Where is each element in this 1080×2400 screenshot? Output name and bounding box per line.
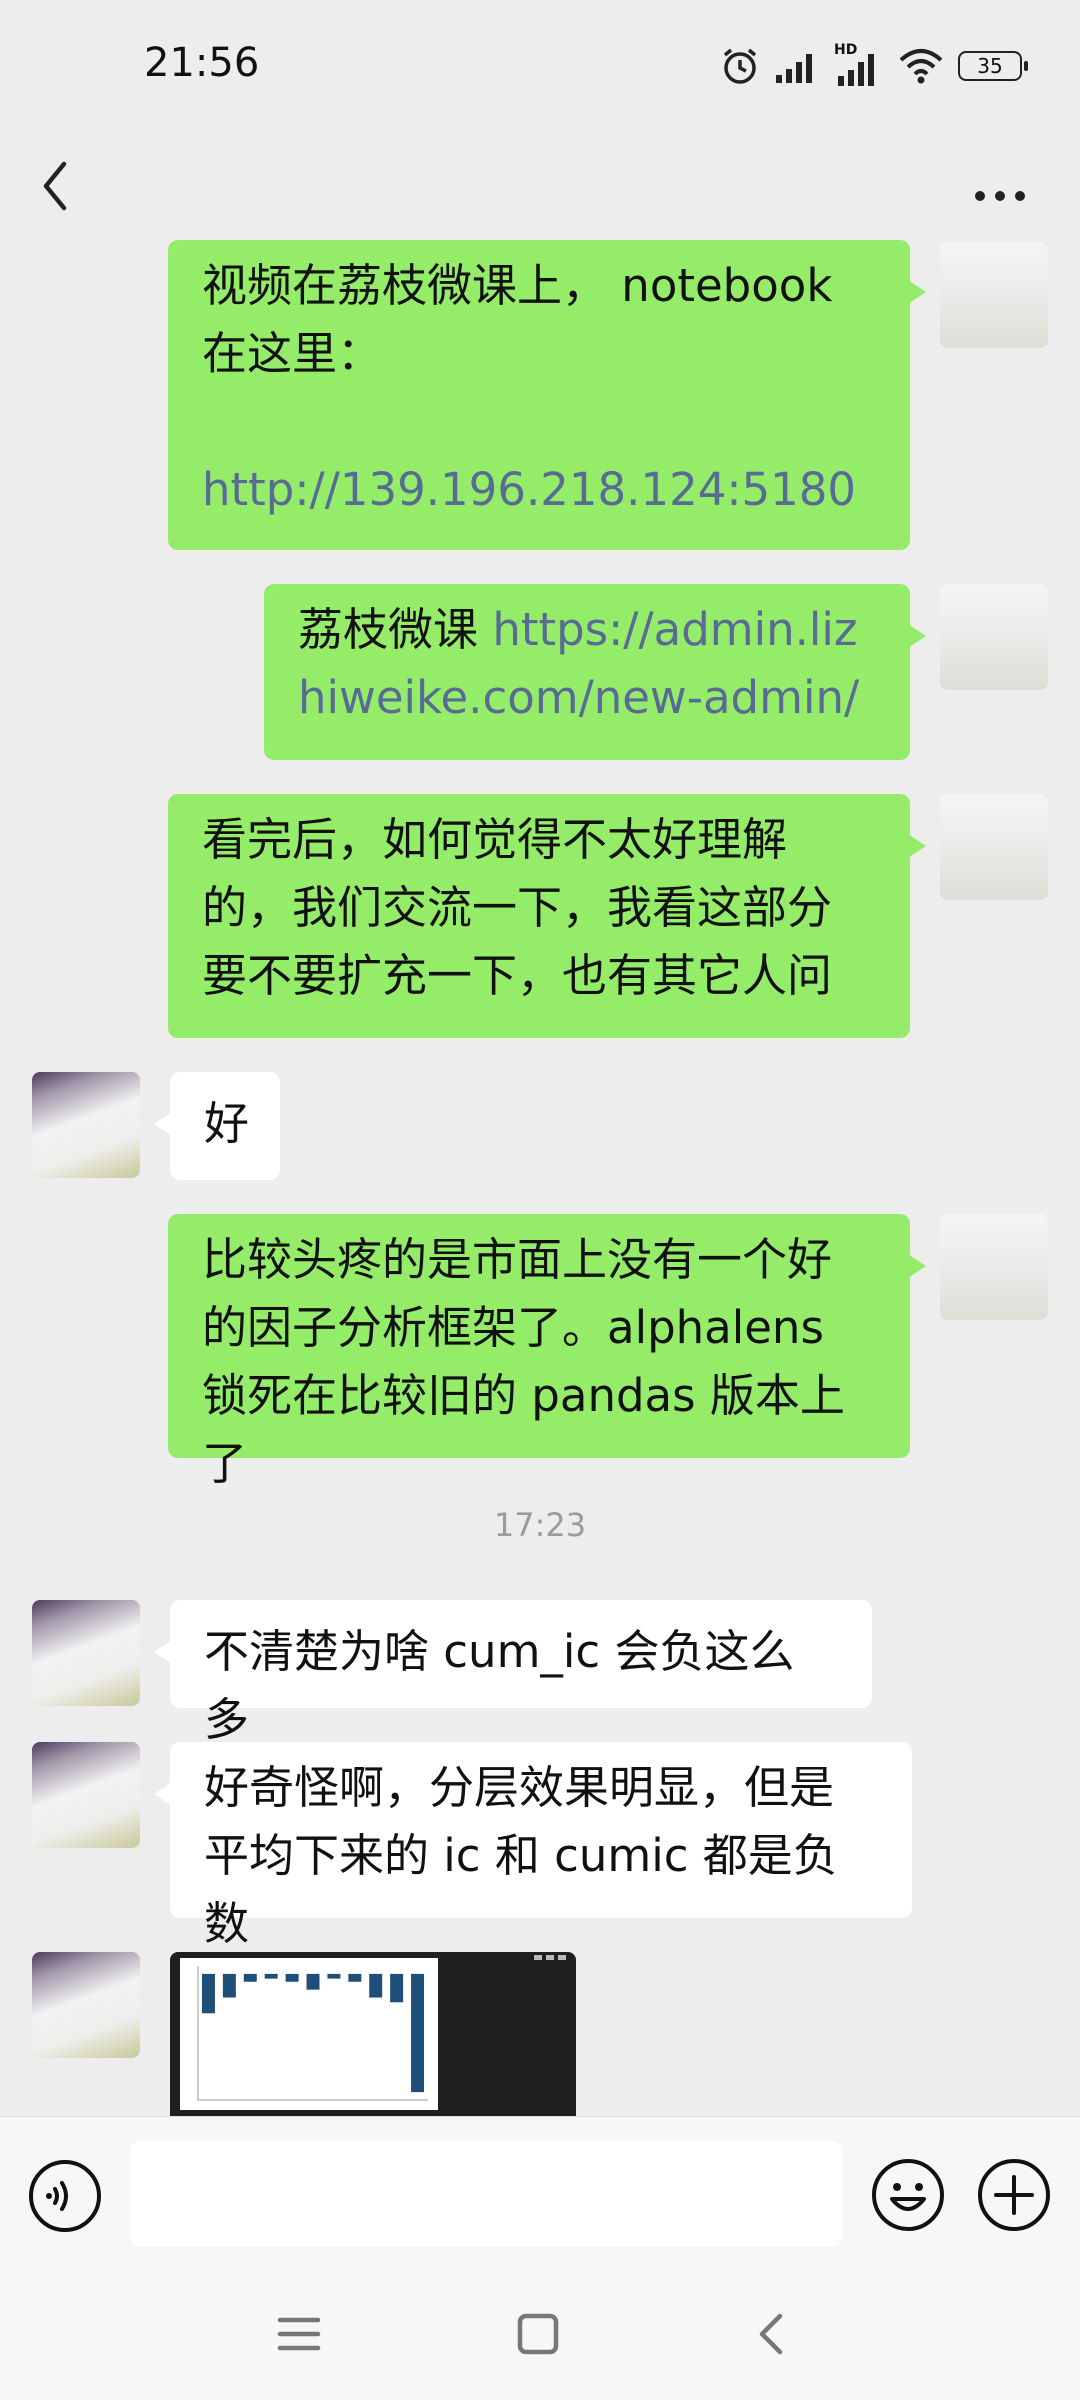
input-bar	[0, 2116, 1080, 2275]
home-icon[interactable]	[512, 2308, 564, 2360]
status-bar: 21:56 HD 35	[0, 0, 1080, 134]
message-list[interactable]: 视频在荔枝微课上， notebook 在这里： http://139.196.2…	[0, 236, 1080, 2116]
back-arrow-icon[interactable]	[34, 144, 80, 224]
add-attachment-icon[interactable]	[976, 2157, 1052, 2233]
message-text: 视频在荔枝微课上， notebook 在这里：	[202, 259, 833, 380]
message-text: 荔枝微课	[298, 603, 493, 656]
chart-bar	[243, 1973, 257, 1982]
message-link[interactable]: http://139.196.218.124:5180	[202, 456, 876, 524]
message-text: 好	[204, 1097, 250, 1150]
back-nav-icon[interactable]	[752, 2308, 792, 2360]
hd-signal-icon: HD	[834, 42, 884, 86]
voice-input-icon[interactable]	[28, 2159, 102, 2233]
chat-header	[0, 134, 1080, 236]
battery-icon: 35	[958, 51, 1028, 81]
message-text: 比较头疼的是市面上没有一个好的因子分析框架了。alphalens 锁死在比较旧的…	[202, 1233, 845, 1490]
my-avatar[interactable]	[940, 242, 1048, 348]
message-text: 不清楚为啥 cum_ic 会负这么多	[204, 1625, 795, 1746]
chart-bar	[327, 1973, 341, 1979]
more-options-icon[interactable]	[970, 160, 1040, 210]
my-avatar[interactable]	[940, 584, 1048, 690]
message-bubble[interactable]: 荔枝微课 https://admin.lizhiweike.com/new-ad…	[264, 584, 926, 760]
chart-thumbnail	[180, 1958, 438, 2110]
chart-bar	[390, 1973, 404, 2003]
chart-bar	[285, 1973, 299, 1982]
image-message[interactable]	[170, 1952, 576, 2116]
message-bubble[interactable]: 比较头疼的是市面上没有一个好的因子分析框架了。alphalens 锁死在比较旧的…	[168, 1214, 926, 1490]
message-input[interactable]	[130, 2141, 842, 2247]
contact-avatar[interactable]	[32, 1952, 140, 2058]
chart-bar	[369, 1973, 383, 1998]
chart-bar	[264, 1973, 278, 1979]
contact-avatar[interactable]	[32, 1072, 140, 1178]
contact-avatar[interactable]	[32, 1600, 140, 1706]
message-bubble[interactable]: 好	[154, 1072, 280, 1180]
chart-bar	[306, 1973, 320, 1990]
menu-icon[interactable]	[276, 2308, 322, 2360]
message-text: 好奇怪啊，分层效果明显，但是平均下来的 ic 和 cumic 都是负数	[204, 1761, 838, 1950]
timestamp: 17:23	[493, 1506, 587, 1544]
image-window-icons	[534, 1955, 566, 1960]
my-avatar[interactable]	[940, 1214, 1048, 1320]
system-navigation-bar	[0, 2274, 1080, 2400]
cellular-signal-icon	[776, 54, 812, 83]
wifi-icon	[899, 49, 943, 84]
my-avatar[interactable]	[940, 794, 1048, 900]
message-text: 看完后，如何觉得不太好理解的，我们交流一下，我看这部分要不要扩充一下，也有其它人…	[202, 813, 833, 1002]
contact-avatar[interactable]	[32, 1742, 140, 1848]
battery-level: 35	[977, 54, 1003, 78]
message-bubble[interactable]: 视频在荔枝微课上， notebook 在这里： http://139.196.2…	[168, 240, 926, 550]
status-icons: HD 35	[720, 42, 1028, 88]
alarm-icon	[723, 48, 757, 84]
status-time: 21:56	[144, 40, 260, 86]
chart-bar	[201, 1973, 215, 2014]
chart-bar	[411, 1973, 425, 2093]
chart-bar	[348, 1973, 362, 1982]
message-bubble[interactable]: 看完后，如何觉得不太好理解的，我们交流一下，我看这部分要不要扩充一下，也有其它人…	[168, 794, 926, 1038]
message-bubble[interactable]: 不清楚为啥 cum_ic 会负这么多	[154, 1600, 872, 1746]
message-bubble[interactable]: 好奇怪啊，分层效果明显，但是平均下来的 ic 和 cumic 都是负数	[154, 1742, 912, 1950]
chart-bar	[222, 1973, 236, 1998]
bar-chart	[197, 1966, 428, 2101]
emoji-icon[interactable]	[870, 2157, 946, 2233]
